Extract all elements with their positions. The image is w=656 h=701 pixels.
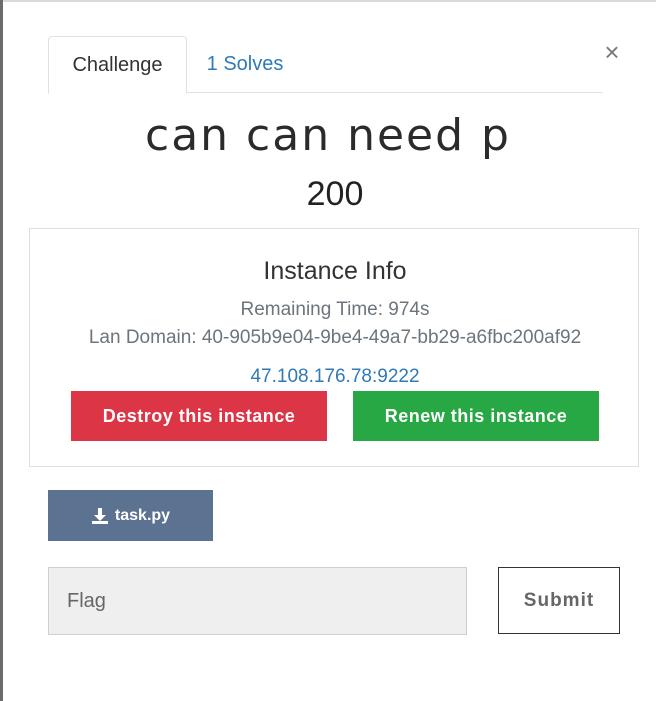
challenge-title: can can need p (145, 110, 511, 161)
instance-info-panel: Instance Info Remaining Time: 974s Lan D… (29, 228, 639, 467)
challenge-tabs: Challenge 1 Solves (48, 36, 603, 94)
submit-button[interactable]: Submit (498, 567, 620, 634)
instance-info-title: Instance Info (263, 257, 407, 285)
tab-solves[interactable]: 1 Solves (198, 36, 292, 92)
destroy-instance-button[interactable]: Destroy this instance (71, 391, 327, 441)
renew-instance-button[interactable]: Renew this instance (353, 391, 599, 441)
remaining-time: Remaining Time: 974s (240, 299, 430, 320)
flag-input[interactable] (48, 567, 467, 635)
instance-address-link[interactable]: 47.108.176.78:9222 (30, 366, 640, 388)
close-icon[interactable]: × (600, 38, 624, 66)
tab-challenge[interactable]: Challenge (48, 36, 187, 94)
challenge-points: 200 (306, 175, 364, 213)
file-download-button[interactable]: task.py (48, 490, 213, 541)
download-icon (91, 507, 108, 524)
lan-domain: Lan Domain: 40-905b9e04-9be4-49a7-bb29-a… (88, 327, 582, 348)
file-name: task.py (114, 506, 171, 524)
